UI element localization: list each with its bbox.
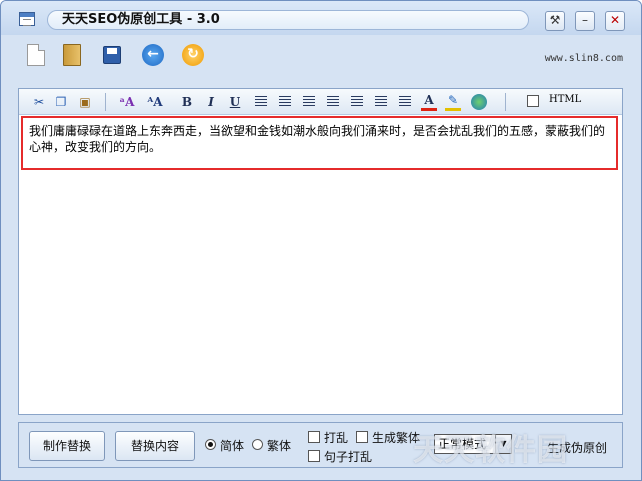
traditional-radio[interactable] [252,439,263,450]
chevron-down-icon: ▼ [495,435,511,453]
editor-frame: ✂ ❐ ▣ ᵃA ᴬA B I U A ✎ HTML 我们庸庸碌碌在道路上东奔西… [18,88,623,415]
main-toolbar: ← ↻ www.slin8.com [1,35,641,75]
replace-content-button[interactable]: 替换内容 [115,431,195,461]
back-arrow-icon[interactable]: ← [142,44,164,66]
html-label: HTML [549,94,582,105]
align-center-icon[interactable] [279,96,291,107]
toolbar-separator [505,93,506,111]
open-file-icon[interactable] [63,44,81,66]
refresh-icon[interactable]: ↻ [182,44,204,66]
cut-icon[interactable]: ✂ [31,93,47,111]
new-file-icon[interactable] [27,44,45,66]
generate-pseudo-button[interactable]: 生成伪原创 [547,439,607,456]
sentence-shuffle-label: 句子打乱 [324,450,373,464]
outdent-icon[interactable] [375,96,387,107]
make-replace-button[interactable]: 制作替换 [29,431,105,461]
shuffle-checkbox[interactable] [308,431,320,443]
minimize-button[interactable]: – [575,11,595,31]
editor-textarea[interactable]: 我们庸庸碌碌在道路上东奔西走，当欲望和金钱如潮水般向我们涌来时，是否会扰乱我们的… [21,116,618,170]
italic-button[interactable]: I [203,93,219,111]
bold-button[interactable]: B [179,93,195,111]
unordered-list-icon[interactable] [351,96,363,107]
toolbar-separator [105,93,106,111]
simplified-radio[interactable] [205,439,216,450]
title-bar: 天天SEO伪原创工具 - 3.0 ⚒ – ✕ [1,1,641,35]
ordered-list-icon[interactable] [327,96,339,107]
globe-link-icon[interactable] [471,94,487,110]
sentence-shuffle-checkbox[interactable] [308,450,320,462]
save-icon[interactable] [103,46,121,64]
traditional-label: 繁体 [267,439,292,453]
simplified-label: 简体 [220,439,245,453]
align-right-icon[interactable] [303,96,315,107]
mode-select[interactable]: 正常模式 ▼ [434,434,512,454]
copy-icon[interactable]: ❐ [53,93,69,111]
app-window: 天天SEO伪原创工具 - 3.0 ⚒ – ✕ ← ↻ www.slin8.com… [0,0,642,481]
mode-select-value: 正常模式 [438,437,487,451]
tools-icon: ⚒ [549,13,561,27]
app-icon [19,12,35,26]
site-url: www.slin8.com [544,53,623,64]
minimize-icon: – [582,13,588,27]
shuffle-label: 打乱 [324,431,349,445]
underline-button[interactable]: U [227,93,243,111]
font-color-button[interactable]: A [421,93,437,111]
window-title: 天天SEO伪原创工具 - 3.0 [47,10,529,30]
highlight-color-icon[interactable]: ✎ [445,93,461,111]
generate-traditional-checkbox[interactable] [356,431,368,443]
settings-button[interactable]: ⚒ [545,11,565,31]
indent-icon[interactable] [399,96,411,107]
generate-traditional-label: 生成繁体 [372,431,421,445]
paste-icon[interactable]: ▣ [77,93,93,111]
html-checkbox[interactable] [527,95,539,107]
close-button[interactable]: ✕ [605,11,625,31]
font-size-icon[interactable]: ᴬA [147,93,163,111]
format-toolbar: ✂ ❐ ▣ ᵃA ᴬA B I U A ✎ HTML [19,89,622,115]
align-left-icon[interactable] [255,96,267,107]
font-style-icon[interactable]: ᵃA [119,93,135,111]
close-icon: ✕ [609,13,621,27]
bottom-panel: 制作替换 替换内容 简体 繁体 打乱 生成繁体 句子打乱 正常模式 ▼ 生成伪原… [18,422,623,468]
